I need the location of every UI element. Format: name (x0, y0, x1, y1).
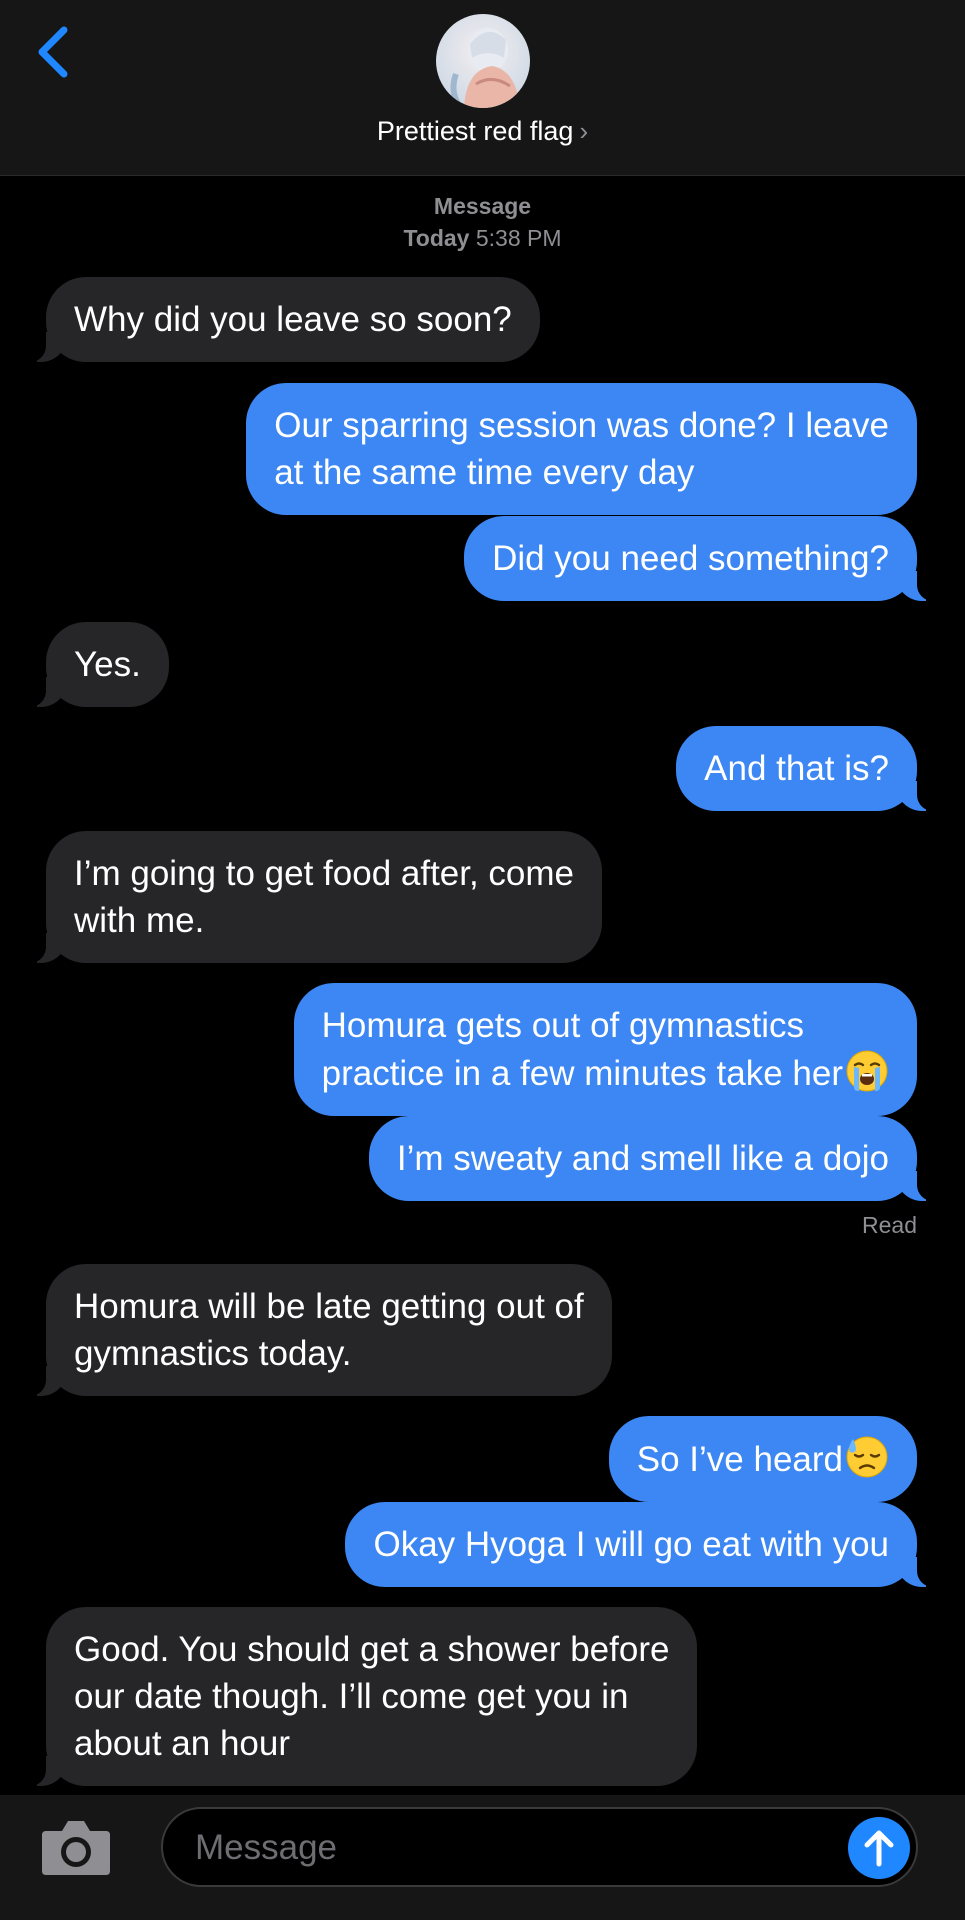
compose-bar (0, 1795, 965, 1920)
incoming-message[interactable]: Good. You should get a shower before our… (23, 1607, 698, 1786)
outgoing-message[interactable]: Did you need something? (464, 516, 939, 601)
incoming-message[interactable]: Yes. (24, 622, 169, 707)
back-chevron-icon[interactable] (30, 20, 78, 84)
message-service-label: Message (433, 193, 532, 219)
incoming-message[interactable]: Why did you leave so soon? (24, 277, 540, 362)
timestamp-day: Today (403, 225, 470, 251)
outgoing-message[interactable]: Homura gets out of gymnastics practice i… (293, 983, 917, 1116)
contact-name[interactable]: Prettiest red flag › (0, 116, 965, 147)
outgoing-message[interactable]: So I’ve heard (608, 1416, 917, 1502)
incoming-message[interactable]: I’m going to get food after, come with m… (23, 831, 603, 963)
chevron-right-icon: › (579, 116, 589, 146)
conversation-header: Prettiest red flag › (0, 0, 965, 176)
downcast-face-with-sweat-emoji (846, 1436, 888, 1478)
timestamp-time: 5:38 PM (475, 225, 562, 251)
outgoing-message[interactable]: Our sparring session was done? I leave a… (246, 383, 917, 515)
message-input[interactable] (193, 1821, 837, 1875)
message-field[interactable] (161, 1807, 918, 1887)
outgoing-message[interactable]: I’m sweaty and smell like a dojo (368, 1116, 940, 1201)
timestamp: Today 5:38 PM (0, 225, 965, 252)
read-receipt: Read (862, 1212, 917, 1238)
incoming-message[interactable]: Homura will be late getting out of gymna… (24, 1264, 612, 1396)
send-button[interactable] (848, 1817, 910, 1879)
camera-icon[interactable] (38, 1817, 114, 1879)
loudly-crying-face-emoji (846, 1050, 888, 1092)
contact-name-label: Prettiest red flag (376, 116, 574, 146)
outgoing-message[interactable]: And that is? (676, 726, 939, 811)
outgoing-message[interactable]: Okay Hyoga I will go eat with you (345, 1502, 939, 1587)
send-arrow-icon (864, 1830, 894, 1867)
contact-avatar[interactable] (436, 14, 530, 108)
